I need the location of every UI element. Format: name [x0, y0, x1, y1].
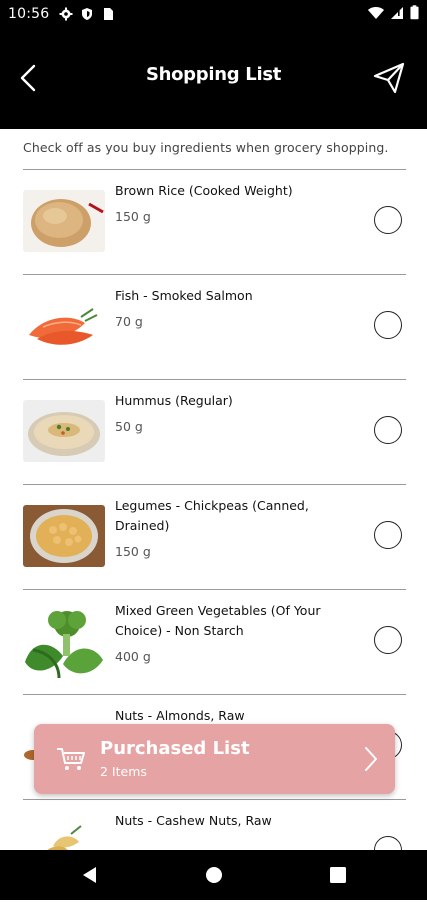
- item-quantity: 150 g: [115, 209, 151, 224]
- list-item: Hummus (Regular) 50 g: [23, 379, 406, 484]
- item-name: Hummus (Regular): [115, 393, 233, 408]
- item-quantity: 400 g: [115, 649, 151, 664]
- green-vegetables-image: [23, 602, 105, 682]
- status-time: 10:56: [8, 6, 50, 22]
- back-triangle-icon[interactable]: [80, 865, 100, 885]
- item-name: Fish - Smoked Salmon: [115, 288, 253, 303]
- signal-icon: [391, 6, 403, 19]
- recents-square-icon[interactable]: [328, 865, 348, 885]
- list-item: Mixed Green Vegetables (Of Your Choice) …: [23, 589, 406, 694]
- gear-icon: [59, 7, 73, 21]
- battery-icon: [410, 5, 419, 20]
- home-circle-icon[interactable]: [204, 865, 224, 885]
- brown-rice-image: [23, 190, 105, 252]
- item-quantity: 150 g: [115, 544, 151, 559]
- purchased-list-label: Purchased List: [100, 738, 250, 759]
- smoked-salmon-image: [23, 295, 105, 357]
- item-name: Nuts - Almonds, Raw: [115, 708, 245, 723]
- item-quantity: 50 g: [115, 419, 143, 434]
- chevron-right-icon: [365, 747, 377, 771]
- hummus-image: [23, 400, 105, 462]
- item-name: Mixed Green Vegetables (Of Your Choice) …: [115, 603, 321, 638]
- list-item: Brown Rice (Cooked Weight) 150 g: [23, 169, 406, 274]
- list-item: Legumes - Chickpeas (Canned, Drained) 15…: [23, 484, 406, 589]
- item-name: Brown Rice (Cooked Weight): [115, 183, 293, 198]
- sim-card-icon: [104, 8, 114, 20]
- shield-icon: [82, 8, 93, 20]
- status-bar: 10:56: [0, 0, 427, 28]
- item-checkbox[interactable]: [374, 206, 402, 234]
- list-item: Fish - Smoked Salmon 70 g: [23, 274, 406, 379]
- item-quantity: 70 g: [115, 314, 143, 329]
- chickpeas-image: [23, 505, 105, 567]
- app-bar: Shopping List: [0, 28, 427, 129]
- item-checkbox[interactable]: [374, 311, 402, 339]
- item-name: Legumes - Chickpeas (Canned, Drained): [115, 498, 309, 533]
- shopping-cart-icon: [57, 748, 85, 770]
- system-nav-bar: [0, 850, 427, 900]
- item-checkbox[interactable]: [374, 521, 402, 549]
- item-checkbox[interactable]: [374, 626, 402, 654]
- item-name: Nuts - Cashew Nuts, Raw: [115, 813, 272, 828]
- page-title: Shopping List: [145, 64, 282, 85]
- paper-plane-icon[interactable]: [373, 62, 405, 94]
- item-checkbox[interactable]: [374, 416, 402, 444]
- purchased-list-button[interactable]: Purchased List 2 Items: [34, 724, 395, 794]
- wifi-icon: [368, 6, 384, 19]
- instructions-text: Check off as you buy ingredients when gr…: [23, 140, 389, 155]
- purchased-count: 2 Items: [100, 764, 147, 779]
